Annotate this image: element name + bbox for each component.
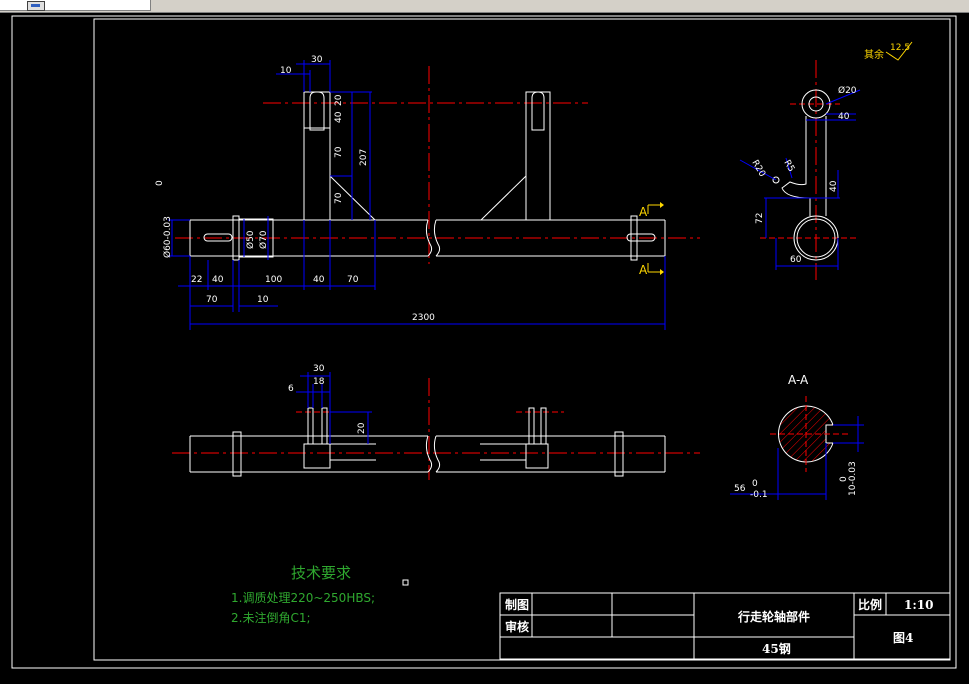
dim-front-30: 30	[311, 55, 323, 65]
dim-side-d20: Ø20	[838, 85, 857, 96]
dim-sec-10: 10-0.03	[848, 461, 858, 496]
title-block	[499, 592, 951, 660]
dim-top-30: 30	[313, 364, 325, 374]
dim-front-40b: 40	[313, 275, 325, 285]
roughness-symbol: 其余 12.5	[864, 41, 913, 61]
dim-sec-56-tol: -0.1	[750, 490, 768, 500]
toolbar-icon[interactable]	[27, 1, 45, 11]
title-check-label: 审核	[505, 619, 529, 634]
notes-title: 技术要求	[291, 564, 351, 582]
dim-side-60: 60	[790, 255, 802, 265]
dim-front-v207: 207	[359, 149, 369, 166]
note-item-2: 2.未注倒角C1;	[231, 610, 311, 625]
dim-sec-56: 56	[734, 484, 746, 494]
dim-front-v20: 20	[334, 94, 344, 106]
dim-side-r5: R5	[781, 159, 796, 174]
front-dimensions	[168, 60, 666, 330]
dim-front-v70b: 70	[334, 192, 344, 204]
dim-front-10: 10	[280, 66, 292, 76]
dim-front-b2-70: 70	[206, 295, 218, 305]
title-scale-value: 1:10	[904, 598, 933, 612]
document-tab[interactable]	[0, 0, 151, 11]
drawing-svg[interactable]: 30 10 20 40 70 207 70 Ø60-0.03 0 Ø50 Ø70…	[0, 12, 969, 680]
cad-canvas[interactable]: 30 10 20 40 70 207 70 Ø60-0.03 0 Ø50 Ø70…	[0, 12, 969, 680]
dim-side-40: 40	[838, 112, 850, 122]
section-title: A-A	[788, 373, 809, 387]
dim-top-18: 18	[313, 377, 325, 387]
outer-border	[11, 15, 957, 669]
dim-side-h72: 72	[755, 213, 765, 224]
dim-front-100: 100	[265, 275, 282, 285]
top-view	[172, 378, 700, 480]
dim-sec-10-up: 0	[839, 476, 849, 482]
dim-front-d60-up: 0	[155, 180, 165, 186]
title-material: 45钢	[762, 641, 791, 656]
dim-front-70: 70	[347, 275, 359, 285]
section-marker: A A	[639, 202, 664, 277]
dim-front-d60: Ø60-0.03	[162, 216, 173, 258]
dim-front-d50: Ø50	[245, 230, 256, 249]
title-sheet: 图4	[893, 631, 913, 645]
inner-border	[93, 18, 951, 661]
dim-front-22: 22	[191, 275, 202, 285]
dim-front-v40: 40	[334, 111, 344, 123]
dim-front-40: 40	[212, 275, 224, 285]
dim-side-h40: 40	[829, 180, 839, 192]
title-part-name: 行走轮轴部件	[737, 609, 810, 624]
dim-top-20: 20	[357, 422, 367, 434]
section-view	[770, 396, 850, 472]
svg-text:A: A	[639, 205, 648, 219]
dim-front-b2-10: 10	[257, 295, 269, 305]
dim-top-6: 6	[288, 384, 294, 394]
note-item-1: 1.调质处理220~250HBS;	[231, 591, 375, 605]
svg-text:其余: 其余	[864, 48, 884, 61]
cursor-marker	[402, 579, 409, 586]
dim-front-d70: Ø70	[258, 230, 269, 249]
title-draw-label: 制图	[505, 597, 529, 612]
dim-side-r20: R20	[749, 159, 767, 180]
svg-text:A: A	[639, 263, 648, 277]
title-scale-label: 比例	[858, 597, 882, 612]
dim-front-2300: 2300	[412, 313, 435, 323]
dim-sec-56-up: 0	[752, 479, 758, 489]
dim-front-v70: 70	[334, 146, 344, 158]
